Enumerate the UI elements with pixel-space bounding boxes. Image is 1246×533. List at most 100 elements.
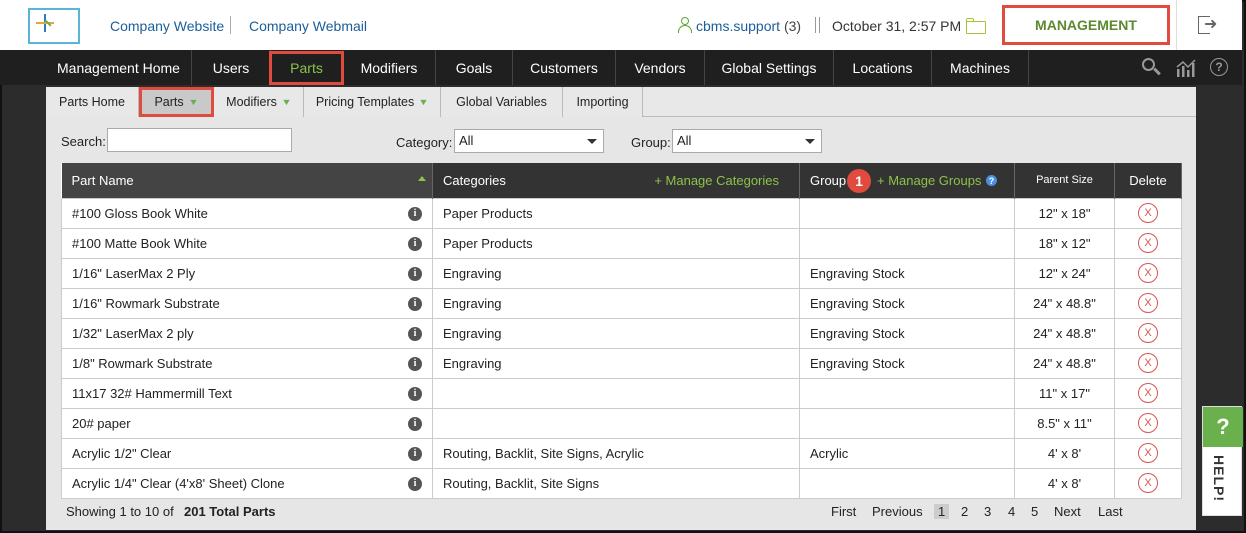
delete-icon[interactable]: X [1138,383,1158,403]
company-webmail-link[interactable]: Company Webmail [249,18,367,34]
nav-customers[interactable]: Customers [513,50,616,85]
part-name-cell[interactable]: 1/16" LaserMax 2 Ply i [61,257,433,289]
group-cell [799,227,1015,259]
info-icon[interactable]: i [408,416,422,431]
delete-icon[interactable]: X [1138,353,1158,373]
nav-management-home[interactable]: Management Home [46,50,192,85]
info-icon[interactable]: i [408,446,422,461]
table-row[interactable]: #100 Matte Book White i Paper Products 18" … [61,227,1182,259]
delete-cell: X [1114,467,1182,499]
table-row[interactable]: Acrylic 1/4" Clear (4'x8' Sheet) Clone i R… [61,467,1182,499]
company-website-link[interactable]: Company Website [110,18,224,34]
delete-icon[interactable]: X [1138,323,1158,343]
part-name-cell[interactable]: #100 Matte Book White i [61,227,433,259]
search-input[interactable] [107,128,292,152]
user-link[interactable]: cbms.support (3) [696,18,801,34]
subnav-modifiers[interactable]: Modifiers ▼ [214,87,304,117]
page-link-5[interactable]: 5 [1031,504,1038,519]
info-icon[interactable]: i [408,326,422,341]
last-page-link[interactable]: Last [1098,504,1123,519]
chevron-down-icon [587,139,597,144]
part-name-cell[interactable]: 20# paper i [61,407,433,439]
nav-machines[interactable]: Machines [932,50,1029,85]
folder-icon[interactable] [966,18,986,34]
parent-size-cell: 12" x 18" [1014,197,1115,229]
parts-sub-highlight-box [139,87,214,117]
manage-categories-link[interactable]: + Manage Categories [654,173,779,188]
categories-cell: Engraving [432,347,800,379]
showing-text: Showing 1 to 10 of [66,504,174,519]
parent-size-cell: 24" x 48.8" [1014,287,1115,319]
divider [1176,0,1177,50]
logout-icon[interactable]: ➜ [1198,16,1220,34]
info-icon[interactable]: i [408,356,422,371]
next-page-link[interactable]: Next [1054,504,1081,519]
table-row[interactable]: #100 Gloss Book White i Paper Products 12" … [61,197,1182,229]
delete-icon[interactable]: X [1138,203,1158,223]
management-button[interactable]: MANAGEMENT [1002,5,1170,45]
part-name-cell[interactable]: #100 Gloss Book White i [61,197,433,229]
info-icon[interactable]: i [408,296,422,311]
company-logo[interactable] [28,8,80,44]
subnav-importing[interactable]: Importing [563,87,643,117]
help-tab[interactable]: ? HELP! [1202,406,1243,516]
nav-global-settings[interactable]: Global Settings [705,50,834,85]
delete-header: Delete [1114,163,1182,198]
table-row[interactable]: 1/32" LaserMax 2 ply i Engraving Engraving … [61,317,1182,349]
sort-asc-icon [418,176,426,181]
category-value: All [459,133,474,148]
delete-icon[interactable]: X [1138,293,1158,313]
page-link-1[interactable]: 1 [934,504,950,519]
info-icon[interactable]: i [408,386,422,401]
table-row[interactable]: 1/8" Rowmark Substrate i Engraving Engravin… [61,347,1182,379]
page-link-2[interactable]: 2 [961,504,968,519]
subnav-pricing-templates[interactable]: Pricing Templates ▼ [304,87,441,117]
search-icon[interactable] [1142,58,1162,78]
divider [230,16,231,34]
part-name-cell[interactable]: 1/32" LaserMax 2 ply i [61,317,433,349]
group-cell [799,197,1015,229]
subnav-parts-home[interactable]: Parts Home [46,87,139,117]
delete-icon[interactable]: X [1138,233,1158,253]
question-icon[interactable]: ? [986,175,997,186]
group-select[interactable]: All [672,129,822,153]
nav-locations[interactable]: Locations [834,50,932,85]
help-label: HELP! [1211,455,1227,502]
part-name-header[interactable]: Part Name [61,163,433,198]
delete-icon[interactable]: X [1138,413,1158,433]
nav-vendors[interactable]: Vendors [616,50,705,85]
subnav-label: Global Variables [456,95,547,109]
first-page-link[interactable]: First [831,504,856,519]
table-row[interactable]: 20# paper i 8.5" x 11" X [61,407,1182,439]
nav-goals[interactable]: Goals [436,50,513,85]
nav-users[interactable]: Users [192,50,271,85]
chevron-down-icon: ▼ [280,97,292,107]
info-icon[interactable]: i [408,476,422,491]
table-row[interactable]: 11x17 32# Hammermill Text i 11" x 17" X [61,377,1182,409]
part-name-cell[interactable]: 1/8" Rowmark Substrate i [61,347,433,379]
category-select[interactable]: All [454,129,604,153]
part-name-cell[interactable]: 1/16" Rowmark Substrate i [61,287,433,319]
help-icon[interactable]: ? [1210,58,1228,76]
nav-modifiers[interactable]: Modifiers [343,50,436,85]
previous-page-link[interactable]: Previous [872,504,923,519]
delete-icon[interactable]: X [1138,263,1158,283]
manage-groups-link[interactable]: + Manage Groups [877,173,981,188]
datetime-label: October 31, 2:57 PM [832,18,962,34]
table-row[interactable]: 1/16" LaserMax 2 Ply i Engraving Engraving … [61,257,1182,289]
delete-icon[interactable]: X [1138,443,1158,463]
page-link-3[interactable]: 3 [984,504,991,519]
reports-chart-icon[interactable] [1175,58,1196,78]
info-icon[interactable]: i [408,206,422,221]
delete-icon[interactable]: X [1138,473,1158,493]
group-cell: Engraving Stock [799,257,1015,289]
info-icon[interactable]: i [408,266,422,281]
part-name-cell[interactable]: 11x17 32# Hammermill Text i [61,377,433,409]
part-name-cell[interactable]: Acrylic 1/2" Clear i [61,437,433,469]
subnav-global-variables[interactable]: Global Variables [441,87,563,117]
table-row[interactable]: Acrylic 1/2" Clear i Routing, Backlit, Sit… [61,437,1182,469]
part-name-cell[interactable]: Acrylic 1/4" Clear (4'x8' Sheet) Clone i [61,467,433,499]
table-row[interactable]: 1/16" Rowmark Substrate i Engraving Engravi… [61,287,1182,319]
info-icon[interactable]: i [408,236,422,251]
page-link-4[interactable]: 4 [1008,504,1015,519]
